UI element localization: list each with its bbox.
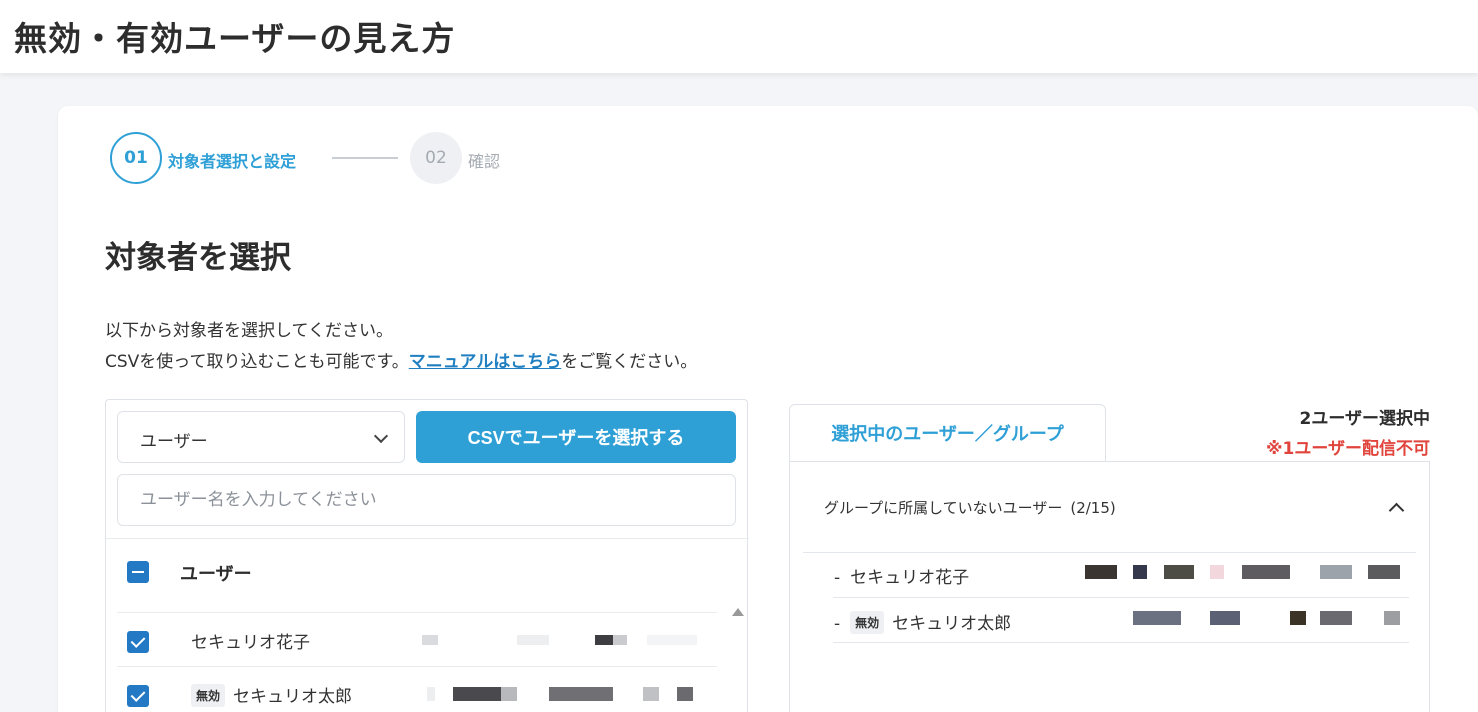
user-row[interactable]: セキュリオ花子: [117, 612, 717, 666]
redacted-info: [1164, 565, 1194, 579]
redacted-info: [595, 635, 613, 645]
selected-user-name: セキュリオ太郎: [892, 614, 1012, 634]
description: 以下から対象者を選択してください。 CSVを使って取り込むことも可能です。マニュ…: [105, 316, 697, 378]
user-name: セキュリオ太郎: [233, 687, 353, 707]
group-count: (2/15): [1070, 499, 1116, 517]
list-dash: -: [834, 614, 841, 634]
tab-selected-users[interactable]: 選択中のユーザー／グループ: [789, 404, 1106, 461]
divider: [803, 552, 1416, 553]
user-name: セキュリオ花子: [191, 633, 310, 653]
redacted-info: [1290, 611, 1306, 625]
redacted-info: [1210, 611, 1240, 625]
disabled-badge: 無効: [191, 684, 226, 707]
step-1-circle: 01: [110, 132, 162, 184]
selected-users-panel: グループに所属していないユーザー (2/15) - セキュリオ花子 - 無効 セキュリオ…: [789, 461, 1430, 712]
selected-user-name: セキュリオ花子: [850, 568, 970, 588]
redacted-info: [1210, 565, 1224, 579]
scroll-up-icon[interactable]: [732, 608, 744, 616]
user-row[interactable]: 無効 セキュリオ太郎: [117, 666, 717, 712]
group-header[interactable]: グループに所属していないユーザー (2/15): [790, 462, 1429, 552]
delivery-warning: ※1ユーザー配信不可: [1265, 439, 1430, 459]
selected-count: 2ユーザー選択中: [1299, 409, 1431, 429]
type-select[interactable]: ユーザー: [117, 411, 405, 463]
step-1-label: 対象者選択と設定: [168, 152, 297, 171]
redacted-info: [677, 687, 693, 701]
description-suffix: をご覧ください。: [561, 352, 698, 372]
redacted-info: [1320, 565, 1352, 579]
stepper: 01 対象者選択と設定 02 確認: [110, 132, 530, 184]
redacted-info: [1368, 565, 1400, 579]
chevron-up-icon[interactable]: [1388, 502, 1405, 519]
redacted-info: [422, 635, 438, 645]
redacted-info: [427, 687, 435, 701]
redacted-info: [1384, 611, 1400, 625]
select-all-checkbox[interactable]: [127, 561, 149, 583]
disabled-badge: 無効: [850, 611, 885, 634]
redacted-info: [1320, 611, 1352, 625]
redacted-info: [1133, 565, 1147, 579]
description-prefix: CSVを使って取り込むことも可能です。: [105, 352, 409, 372]
description-line-2: CSVを使って取り込むことも可能です。マニュアルはこちらをご覧ください。: [105, 347, 697, 378]
redacted-info: [549, 687, 613, 701]
redacted-info: [1242, 565, 1290, 579]
group-title: グループに所属していないユーザー: [824, 499, 1063, 517]
redacted-info: [517, 635, 549, 645]
user-name-wrapper: 無効 セキュリオ太郎: [191, 682, 352, 707]
user-checkbox[interactable]: [127, 685, 149, 707]
list-dash: -: [834, 568, 841, 588]
step-connector: [332, 157, 398, 159]
selected-user-row: - セキュリオ花子: [834, 563, 969, 588]
user-search-input[interactable]: [117, 474, 736, 526]
type-select-value: ユーザー: [140, 432, 208, 452]
redacted-info: [1133, 611, 1181, 625]
description-line-1: 以下から対象者を選択してください。: [105, 321, 393, 341]
user-checkbox[interactable]: [127, 631, 149, 653]
redacted-info: [643, 687, 659, 701]
redacted-info: [1085, 565, 1117, 579]
redacted-info: [501, 687, 517, 701]
list-header: ユーザー: [106, 538, 749, 602]
divider: [833, 642, 1409, 643]
divider: [833, 597, 1409, 598]
page-title: 無効・有効ユーザーの見え方: [14, 19, 456, 58]
csv-select-button[interactable]: CSVでユーザーを選択する: [416, 411, 736, 463]
user-selection-panel: ユーザー CSVでユーザーを選択する ユーザー セキュリオ花子 無効セキュリオ太…: [105, 399, 749, 712]
main-card: 01 対象者選択と設定 02 確認 対象者を選択 以下から対象者を選択してくださ…: [58, 106, 1478, 712]
section-title: 対象者を選択: [105, 240, 291, 276]
redacted-info: [453, 687, 501, 701]
list-header-label: ユーザー: [180, 564, 252, 585]
redacted-info: [647, 635, 697, 645]
step-2-circle: 02: [410, 132, 462, 184]
step-2-label: 確認: [468, 152, 501, 171]
group-title-wrapper: グループに所属していないユーザー (2/15): [824, 497, 1116, 518]
chevron-down-icon: [373, 428, 389, 444]
manual-link[interactable]: マニュアルはこちら: [409, 352, 562, 372]
page-header: 無効・有効ユーザーの見え方: [0, 0, 1478, 73]
redacted-info: [613, 635, 627, 645]
selected-user-row: - 無効 セキュリオ太郎: [834, 609, 1011, 634]
